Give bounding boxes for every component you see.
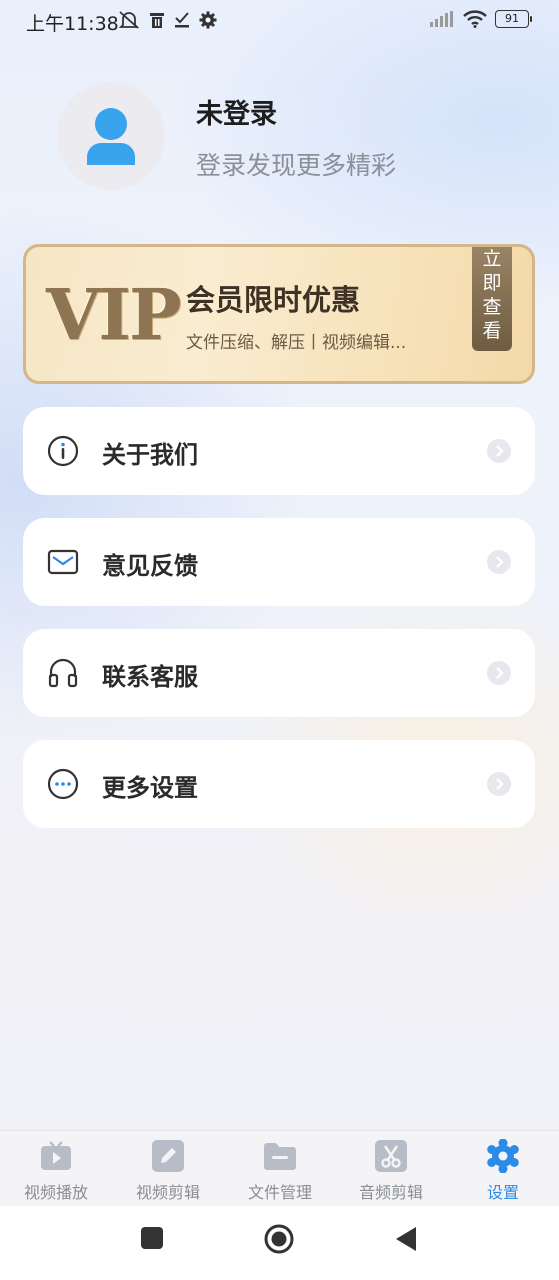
home-icon[interactable] [264, 1224, 294, 1254]
tab-audio-edit[interactable]: 音频剪辑 [341, 1139, 441, 1203]
back-icon[interactable] [394, 1226, 418, 1252]
wifi-icon [463, 10, 487, 28]
recent-apps-icon[interactable] [140, 1226, 164, 1250]
view-now-char: 看 [482, 320, 502, 342]
status-bar: 上午11:38 91 [0, 0, 559, 44]
avatar[interactable] [57, 82, 165, 190]
mail-icon [47, 549, 79, 575]
folder-icon [264, 1143, 296, 1170]
view-now-char: 查 [482, 296, 502, 318]
vip-banner[interactable]: VIP 会员限时优惠 文件压缩、解压丨视频编辑... 立 即 查 看 [23, 244, 535, 384]
tab-file-manager[interactable]: 文件管理 [230, 1139, 330, 1203]
status-time: 上午11:38 [26, 13, 119, 35]
settings-gear-icon [199, 11, 217, 29]
menu-item-label: 意见反馈 [102, 552, 198, 580]
battery-icon: 91 [495, 10, 532, 28]
tab-label: 音频剪辑 [358, 1183, 423, 1202]
check-download-icon [175, 12, 189, 28]
tab-video-edit[interactable]: 视频剪辑 [118, 1139, 218, 1203]
tab-label: 视频播放 [23, 1183, 88, 1202]
tv-play-icon [41, 1141, 71, 1170]
view-now-char: 即 [482, 272, 502, 294]
gear-icon [487, 1139, 519, 1173]
profile-subtitle[interactable]: 登录发现更多精彩 [196, 146, 396, 182]
chevron-right-icon [487, 439, 511, 463]
tab-label: 文件管理 [247, 1183, 312, 1202]
scissors-icon [375, 1140, 407, 1172]
view-now-char: 立 [482, 248, 502, 270]
user-icon [87, 108, 135, 165]
trash-icon [150, 13, 164, 28]
chevron-right-icon [487, 550, 511, 574]
mute-bell-icon [118, 11, 140, 29]
menu-item-label: 更多设置 [102, 774, 198, 802]
vip-title: 会员限时优惠 [186, 283, 361, 317]
menu-item-label: 关于我们 [102, 441, 198, 469]
menu-item-more-settings[interactable]: 更多设置 [23, 740, 535, 828]
menu-item-about-us[interactable]: 关于我们 [23, 407, 535, 495]
bottom-nav: 视频播放 视频剪辑 文件管理 音频剪辑 设置 [0, 1130, 559, 1206]
menu-item-label: 联系客服 [102, 663, 198, 691]
profile-name[interactable]: 未登录 [196, 92, 277, 131]
pencil-edit-icon [152, 1140, 184, 1172]
system-nav-bar [0, 1206, 559, 1280]
chevron-right-icon [487, 661, 511, 685]
tab-label: 视频剪辑 [135, 1183, 200, 1202]
menu-item-feedback[interactable]: 意见反馈 [23, 518, 535, 606]
vip-description: 文件压缩、解压丨视频编辑... [186, 333, 407, 353]
tab-label: 设置 [486, 1183, 519, 1202]
signal-icon [430, 11, 453, 27]
vip-logo: VIP [46, 273, 182, 356]
info-icon [47, 435, 79, 467]
menu-item-customer-service[interactable]: 联系客服 [23, 629, 535, 717]
tab-settings[interactable]: 设置 [453, 1139, 553, 1203]
tab-video-play[interactable]: 视频播放 [6, 1139, 106, 1203]
headset-icon [48, 658, 78, 688]
view-now-button[interactable]: 立 即 查 看 [472, 247, 512, 351]
more-icon [47, 768, 79, 800]
chevron-right-icon [487, 772, 511, 796]
